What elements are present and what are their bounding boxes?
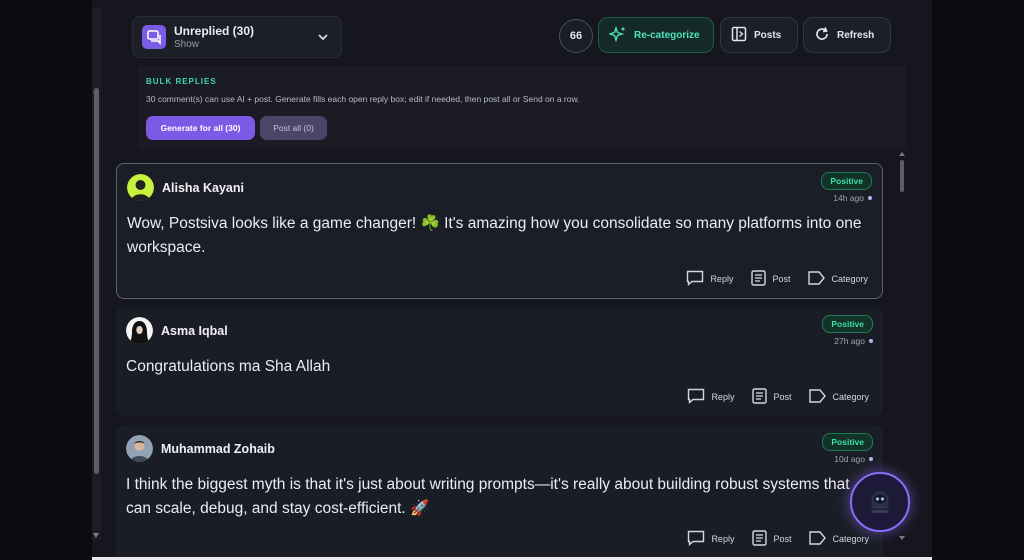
post-label: Post bbox=[773, 392, 792, 402]
comment-text: Congratulations ma Sha Allah bbox=[126, 358, 331, 375]
category-label: Category bbox=[831, 274, 868, 284]
comment-actions: Reply Post Category bbox=[687, 388, 869, 406]
posts-button[interactable]: Posts bbox=[720, 17, 798, 53]
post-all-button[interactable]: Post all (0) bbox=[260, 116, 327, 140]
page-scrollbar[interactable] bbox=[92, 8, 101, 540]
category-button[interactable]: Category bbox=[809, 388, 869, 406]
comment-actions: Reply Post Category bbox=[687, 530, 869, 548]
post-icon bbox=[752, 530, 768, 548]
refresh-button[interactable]: Refresh bbox=[803, 17, 891, 53]
reply-button[interactable]: Reply bbox=[687, 530, 734, 548]
category-button[interactable]: Category bbox=[809, 530, 869, 548]
sparkles-icon bbox=[607, 25, 627, 46]
reply-icon bbox=[687, 388, 705, 406]
unread-dot bbox=[869, 457, 873, 461]
reply-button[interactable]: Reply bbox=[687, 388, 734, 406]
sentiment-badge: Positive bbox=[822, 433, 873, 451]
scroll-down-arrow[interactable] bbox=[899, 536, 905, 540]
refresh-icon bbox=[814, 26, 830, 45]
reply-button[interactable]: Reply bbox=[686, 270, 733, 288]
chevron-down-icon bbox=[317, 30, 329, 48]
avatar bbox=[126, 317, 153, 344]
sentiment-badge: Positive bbox=[822, 315, 873, 333]
scroll-down-arrow[interactable] bbox=[93, 533, 99, 538]
app-window: Unreplied (30) Show 66 Re-categorize Pos… bbox=[92, 0, 932, 560]
scroll-thumb[interactable] bbox=[94, 88, 99, 474]
generate-all-button[interactable]: Generate for all (30) bbox=[146, 116, 255, 140]
avatar bbox=[126, 435, 153, 462]
bulk-title: BULK REPLIES bbox=[146, 77, 217, 86]
comment-time: 14h ago bbox=[833, 193, 872, 203]
post-button[interactable]: Post bbox=[751, 270, 790, 288]
category-button[interactable]: Category bbox=[808, 270, 868, 288]
scroll-thumb[interactable] bbox=[900, 160, 904, 192]
reply-label: Reply bbox=[711, 392, 735, 402]
tag-icon bbox=[809, 389, 827, 405]
header: Unreplied (30) Show 66 Re-categorize Pos… bbox=[92, 0, 932, 66]
comment-author: Alisha Kayani bbox=[162, 181, 244, 195]
bot-icon bbox=[863, 483, 897, 522]
comment-list: Alisha Kayani Positive 14h ago Wow, Post… bbox=[114, 162, 884, 560]
reply-icon bbox=[687, 530, 705, 548]
bulk-replies-panel: BULK REPLIES 30 comment(s) can use AI + … bbox=[138, 66, 906, 149]
comment-author: Asma Iqbal bbox=[161, 324, 228, 338]
reply-label: Reply bbox=[710, 274, 734, 284]
reply-label: Reply bbox=[711, 534, 735, 544]
reply-icon bbox=[686, 270, 704, 288]
comment-author: Muhammad Zohaib bbox=[161, 442, 275, 456]
filter-label: Unreplied (30) bbox=[174, 24, 255, 38]
tag-icon bbox=[809, 531, 827, 547]
time-text: 27h ago bbox=[834, 336, 865, 346]
tag-icon bbox=[808, 271, 826, 287]
scroll-up-arrow[interactable] bbox=[899, 152, 905, 156]
comment-card[interactable]: Muhammad Zohaib Positive 10d ago I think… bbox=[116, 425, 883, 560]
posts-label: Posts bbox=[754, 29, 782, 41]
comment-card[interactable]: Alisha Kayani Positive 14h ago Wow, Post… bbox=[116, 163, 883, 299]
unread-dot bbox=[868, 196, 872, 200]
category-label: Category bbox=[832, 392, 869, 402]
count-badge: 66 bbox=[559, 19, 593, 53]
avatar bbox=[127, 174, 154, 201]
posts-panel-icon bbox=[731, 26, 747, 45]
recategorize-button[interactable]: Re-categorize bbox=[598, 17, 714, 53]
category-label: Category bbox=[832, 534, 869, 544]
time-text: 10d ago bbox=[834, 454, 865, 464]
filter-dropdown[interactable]: Unreplied (30) Show bbox=[132, 16, 342, 58]
post-label: Post bbox=[772, 274, 791, 284]
chat-icon bbox=[142, 25, 166, 49]
comment-text: I think the biggest myth is that it's ju… bbox=[126, 476, 850, 517]
comment-card[interactable]: Asma Iqbal Positive 27h ago Congratulati… bbox=[116, 307, 883, 416]
refresh-label: Refresh bbox=[837, 29, 875, 41]
assistant-bot-button[interactable] bbox=[850, 472, 910, 532]
post-icon bbox=[751, 270, 767, 288]
time-text: 14h ago bbox=[833, 193, 864, 203]
post-button[interactable]: Post bbox=[752, 530, 791, 548]
unread-dot bbox=[869, 339, 873, 343]
comment-time: 10d ago bbox=[834, 454, 873, 464]
filter-sublabel: Show bbox=[174, 39, 200, 50]
comment-text: Wow, Postsiva looks like a game changer!… bbox=[127, 215, 862, 256]
post-icon bbox=[752, 388, 768, 406]
comment-actions: Reply Post Category bbox=[686, 270, 868, 288]
recategorize-label: Re-categorize bbox=[634, 29, 700, 41]
post-label: Post bbox=[773, 534, 792, 544]
sentiment-badge: Positive bbox=[821, 172, 872, 190]
comment-time: 27h ago bbox=[834, 336, 873, 346]
bulk-description: 30 comment(s) can use AI + post. Generat… bbox=[146, 94, 580, 104]
post-button[interactable]: Post bbox=[752, 388, 791, 406]
